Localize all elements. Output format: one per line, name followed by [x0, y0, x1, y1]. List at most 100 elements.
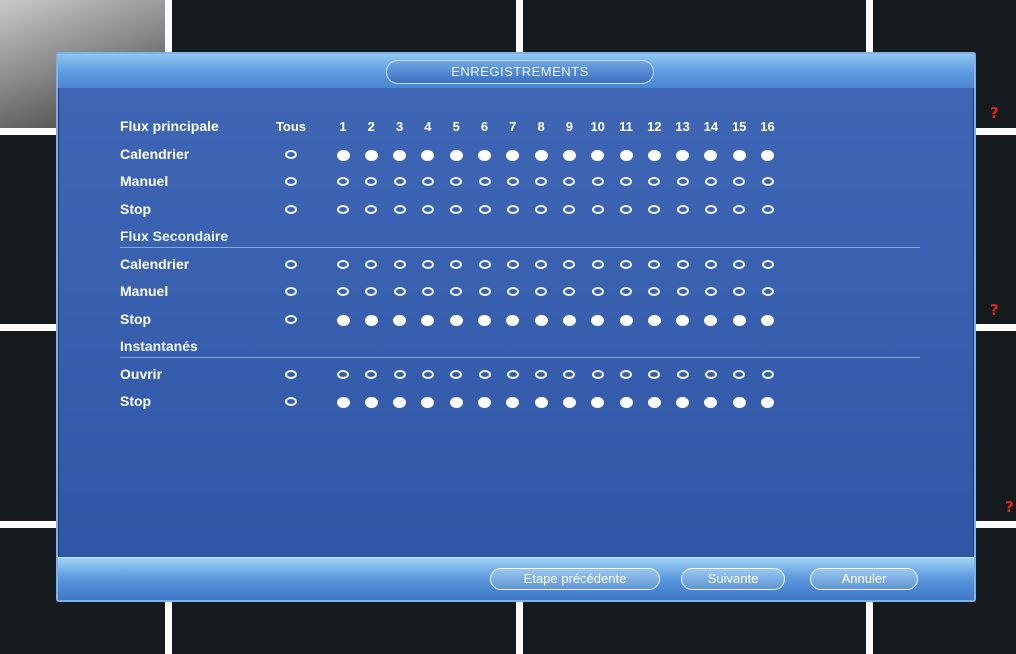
radio-channel[interactable] [761, 397, 774, 408]
radio-channel[interactable] [704, 287, 717, 296]
radio-channel[interactable] [449, 149, 463, 161]
radio-channel[interactable] [648, 177, 661, 186]
radio-channel[interactable] [478, 314, 491, 326]
radio-channel[interactable] [676, 397, 690, 408]
radio-channel[interactable] [619, 149, 633, 161]
radio-channel[interactable] [337, 369, 349, 379]
radio-channel[interactable] [676, 287, 689, 296]
radio-channel[interactable] [620, 177, 632, 186]
radio-channel[interactable] [534, 149, 548, 161]
radio-channel[interactable] [620, 369, 632, 379]
radio-channel[interactable] [647, 397, 661, 408]
radio-channel[interactable] [365, 204, 378, 214]
radio-channel[interactable] [562, 314, 576, 326]
radio-channel[interactable] [648, 204, 661, 214]
radio-channel[interactable] [732, 314, 746, 326]
radio-all[interactable] [285, 287, 297, 296]
radio-channel[interactable] [506, 259, 519, 269]
radio-all[interactable] [285, 149, 297, 159]
radio-channel[interactable] [761, 204, 774, 214]
radio-channel[interactable] [676, 149, 690, 161]
radio-channel[interactable] [421, 149, 435, 161]
radio-channel[interactable] [365, 369, 378, 379]
radio-channel[interactable] [365, 259, 378, 269]
radio-all[interactable] [285, 397, 297, 406]
previous-step-button[interactable]: Etape précédente [490, 568, 660, 590]
radio-channel[interactable] [704, 149, 718, 161]
radio-channel[interactable] [535, 177, 548, 186]
radio-channel[interactable] [365, 177, 378, 186]
radio-channel[interactable] [676, 204, 689, 214]
radio-channel[interactable] [733, 204, 746, 214]
radio-channel[interactable] [704, 204, 717, 214]
radio-channel[interactable] [676, 369, 689, 379]
radio-channel[interactable] [733, 259, 746, 269]
radio-channel[interactable] [591, 259, 604, 269]
radio-channel[interactable] [393, 369, 406, 379]
next-button[interactable]: Suivante [681, 568, 785, 590]
radio-channel[interactable] [393, 397, 407, 408]
radio-channel[interactable] [562, 149, 576, 161]
radio-channel[interactable] [704, 314, 718, 326]
radio-channel[interactable] [535, 369, 548, 379]
radio-channel[interactable] [478, 177, 491, 186]
radio-channel[interactable] [337, 287, 349, 296]
radio-channel[interactable] [421, 259, 434, 269]
radio-channel[interactable] [563, 259, 576, 269]
radio-channel[interactable] [591, 397, 605, 408]
radio-channel[interactable] [704, 259, 717, 269]
radio-channel[interactable] [676, 314, 690, 326]
radio-channel[interactable] [535, 259, 548, 269]
radio-channel[interactable] [336, 397, 350, 408]
radio-channel[interactable] [506, 177, 519, 186]
radio-channel[interactable] [478, 204, 491, 214]
radio-channel[interactable] [450, 259, 463, 269]
radio-all[interactable] [285, 369, 297, 379]
radio-channel[interactable] [733, 369, 746, 379]
radio-channel[interactable] [676, 177, 689, 186]
radio-channel[interactable] [619, 397, 633, 408]
radio-all[interactable] [285, 177, 297, 186]
radio-channel[interactable] [563, 204, 576, 214]
radio-channel[interactable] [337, 204, 349, 214]
help-icon[interactable]: ? [1005, 498, 1014, 516]
radio-channel[interactable] [704, 397, 718, 408]
radio-channel[interactable] [421, 397, 435, 408]
radio-channel[interactable] [450, 177, 463, 186]
radio-all[interactable] [285, 259, 297, 269]
radio-channel[interactable] [761, 259, 774, 269]
radio-channel[interactable] [733, 287, 746, 296]
radio-channel[interactable] [478, 149, 491, 161]
help-icon[interactable]: ? [990, 301, 999, 319]
radio-channel[interactable] [393, 149, 407, 161]
radio-channel[interactable] [732, 149, 746, 161]
radio-channel[interactable] [506, 314, 520, 326]
radio-channel[interactable] [647, 149, 661, 161]
radio-channel[interactable] [450, 204, 463, 214]
radio-channel[interactable] [478, 369, 491, 379]
radio-channel[interactable] [506, 204, 519, 214]
radio-channel[interactable] [761, 149, 774, 161]
radio-channel[interactable] [591, 314, 605, 326]
radio-channel[interactable] [421, 177, 434, 186]
radio-channel[interactable] [478, 259, 491, 269]
radio-channel[interactable] [733, 177, 746, 186]
radio-channel[interactable] [534, 314, 548, 326]
radio-channel[interactable] [365, 287, 378, 296]
radio-channel[interactable] [364, 397, 378, 408]
radio-channel[interactable] [478, 397, 491, 408]
radio-channel[interactable] [535, 204, 548, 214]
radio-channel[interactable] [336, 314, 350, 326]
radio-channel[interactable] [393, 177, 406, 186]
radio-channel[interactable] [761, 177, 774, 186]
radio-channel[interactable] [506, 397, 520, 408]
radio-channel[interactable] [393, 287, 406, 296]
radio-channel[interactable] [591, 287, 604, 296]
radio-channel[interactable] [506, 287, 519, 296]
radio-channel[interactable] [450, 369, 463, 379]
radio-channel[interactable] [449, 314, 463, 326]
radio-channel[interactable] [591, 149, 605, 161]
radio-channel[interactable] [421, 314, 435, 326]
radio-channel[interactable] [393, 204, 406, 214]
radio-channel[interactable] [336, 149, 350, 161]
